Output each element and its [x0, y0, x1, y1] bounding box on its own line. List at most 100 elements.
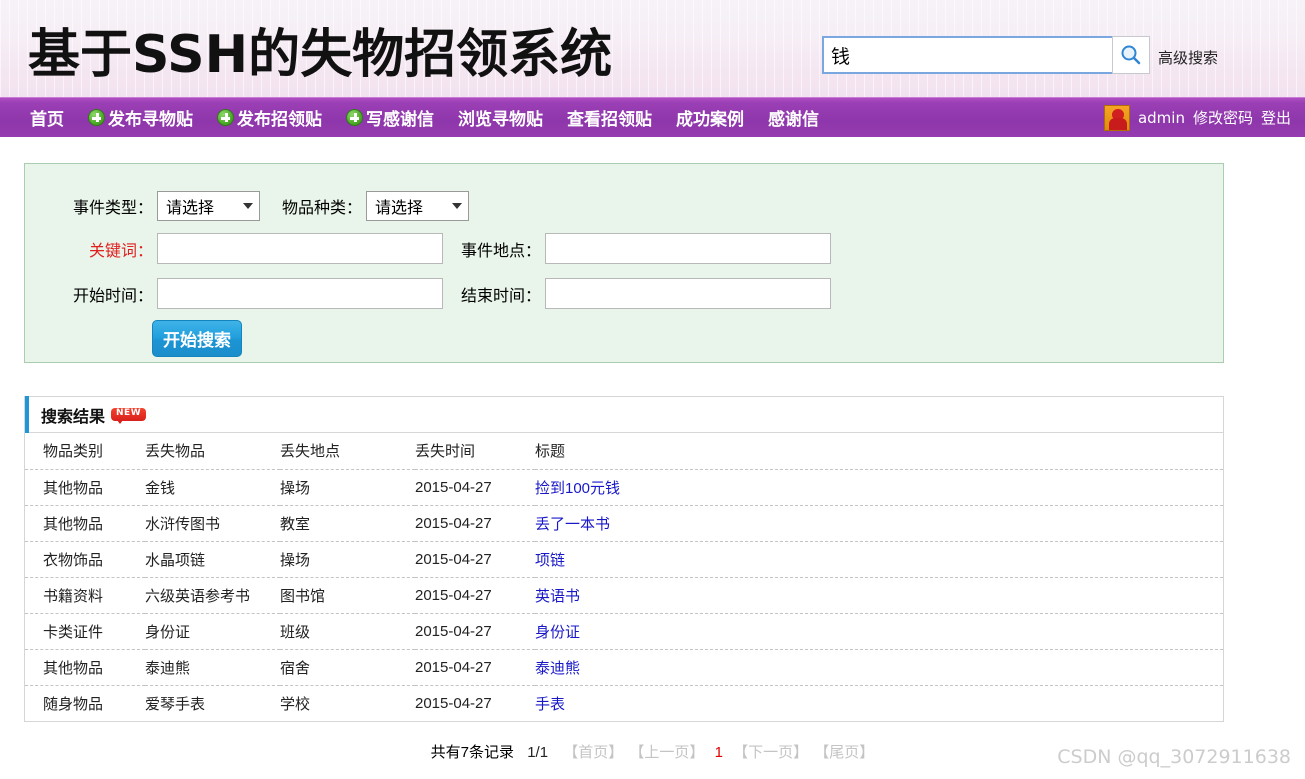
cell-item: 身份证: [145, 613, 280, 649]
nav-item-write-thanks[interactable]: 写感谢信: [346, 105, 434, 130]
cell-title: 手表: [535, 685, 1223, 721]
column-header-title: 标题: [535, 433, 1223, 469]
next-page-link[interactable]: 【下一页】: [733, 744, 808, 761]
advanced-search-link[interactable]: 高级搜索: [1158, 47, 1218, 68]
result-title-link[interactable]: 身份证: [535, 624, 580, 641]
start-search-button[interactable]: 开始搜索: [152, 320, 242, 357]
logout-link[interactable]: 登出: [1261, 107, 1291, 128]
cell-place: 操场: [280, 541, 415, 577]
cell-item: 水浒传图书: [145, 505, 280, 541]
search-icon: [1119, 43, 1143, 67]
result-title-link[interactable]: 项链: [535, 552, 565, 569]
cell-item: 金钱: [145, 469, 280, 505]
cell-place: 班级: [280, 613, 415, 649]
column-header-time: 丢失时间: [415, 433, 535, 469]
cell-category: 其他物品: [25, 469, 145, 505]
plus-circle-icon: [217, 109, 234, 126]
cell-title: 项链: [535, 541, 1223, 577]
nav-item-label: 首页: [30, 105, 64, 130]
result-title-link[interactable]: 捡到100元钱: [535, 480, 620, 497]
end-time-input[interactable]: [545, 278, 831, 309]
table-row: 其他物品 水浒传图书 教室 2015-04-27 丢了一本书: [25, 505, 1223, 541]
table-row: 其他物品 泰迪熊 宿舍 2015-04-27 泰迪熊: [25, 649, 1223, 685]
nav-item-label: 感谢信: [768, 105, 819, 130]
result-title-link[interactable]: 泰迪熊: [535, 660, 580, 677]
result-title-link[interactable]: 英语书: [535, 588, 580, 605]
start-time-input[interactable]: [157, 278, 443, 309]
page-root: 基于SSH的失物招领系统 高级搜索 首页 发布寻物贴 发布招领贴 写感谢信 浏览…: [0, 0, 1305, 779]
plus-circle-icon: [88, 109, 105, 126]
field-event-type: 事件类型： 请选择 物品种类： 请选择: [65, 191, 469, 221]
event-type-select[interactable]: 请选择: [157, 191, 260, 221]
keyword-input[interactable]: [157, 233, 443, 264]
search-button[interactable]: [1112, 36, 1150, 74]
end-time-label: 结束时间：: [461, 282, 541, 306]
nav-item-label: 浏览寻物贴: [458, 105, 543, 130]
cell-item: 爱琴手表: [145, 685, 280, 721]
prev-page-link[interactable]: 【上一页】: [629, 744, 704, 761]
cell-time: 2015-04-27: [415, 469, 535, 505]
table-row: 随身物品 爱琴手表 学校 2015-04-27 手表: [25, 685, 1223, 721]
cell-place: 教室: [280, 505, 415, 541]
cell-category: 卡类证件: [25, 613, 145, 649]
nav-item-post-found[interactable]: 发布招领贴: [217, 105, 322, 130]
cell-item: 泰迪熊: [145, 649, 280, 685]
nav-items: 首页 发布寻物贴 发布招领贴 写感谢信 浏览寻物贴 查看招领贴 成功案例 感谢信: [0, 105, 843, 130]
table-row: 卡类证件 身份证 班级 2015-04-27 身份证: [25, 613, 1223, 649]
cell-category: 书籍资料: [25, 577, 145, 613]
field-keyword: 关键词： 事件地点：: [65, 233, 831, 264]
main-navigation: 首页 发布寻物贴 发布招领贴 写感谢信 浏览寻物贴 查看招领贴 成功案例 感谢信…: [0, 97, 1305, 137]
column-header-place: 丢失地点: [280, 433, 415, 469]
cell-time: 2015-04-27: [415, 685, 535, 721]
result-title-link[interactable]: 手表: [535, 696, 565, 713]
cell-category: 其他物品: [25, 505, 145, 541]
result-title-link[interactable]: 丢了一本书: [535, 516, 610, 533]
item-type-label: 物品种类：: [282, 194, 362, 218]
column-header-category: 物品类别: [25, 433, 145, 469]
chevron-down-icon: [243, 203, 253, 209]
cell-place: 操场: [280, 469, 415, 505]
cell-time: 2015-04-27: [415, 541, 535, 577]
last-page-link[interactable]: 【尾页】: [814, 744, 874, 761]
cell-title: 丢了一本书: [535, 505, 1223, 541]
column-header-item: 丢失物品: [145, 433, 280, 469]
event-place-label: 事件地点：: [461, 237, 541, 261]
table-row: 书籍资料 六级英语参考书 图书馆 2015-04-27 英语书: [25, 577, 1223, 613]
change-password-link[interactable]: 修改密码: [1193, 107, 1253, 128]
nav-item-label: 查看招领贴: [567, 105, 652, 130]
nav-item-post-lost[interactable]: 发布寻物贴: [88, 105, 193, 130]
item-type-select[interactable]: 请选择: [366, 191, 469, 221]
site-header: 基于SSH的失物招领系统 高级搜索: [0, 0, 1305, 97]
event-place-input[interactable]: [545, 233, 831, 264]
event-type-value: 请选择: [166, 194, 214, 218]
user-area: admin 修改密码 登出: [1104, 105, 1291, 131]
user-avatar-icon: [1104, 105, 1130, 131]
item-type-value: 请选择: [375, 194, 423, 218]
results-header: 搜索结果 NEW: [25, 396, 1223, 433]
cell-category: 随身物品: [25, 685, 145, 721]
results-title: 搜索结果: [41, 403, 105, 427]
chevron-down-icon: [452, 203, 462, 209]
table-row: 其他物品 金钱 操场 2015-04-27 捡到100元钱: [25, 469, 1223, 505]
nav-item-view-found[interactable]: 查看招领贴: [567, 105, 652, 130]
cell-time: 2015-04-27: [415, 505, 535, 541]
watermark: CSDN @qq_3072911638: [1057, 746, 1291, 768]
cell-title: 英语书: [535, 577, 1223, 613]
nav-item-browse-lost[interactable]: 浏览寻物贴: [458, 105, 543, 130]
nav-item-label: 发布寻物贴: [108, 105, 193, 130]
nav-item-success-cases[interactable]: 成功案例: [676, 105, 744, 130]
search-results-panel: 搜索结果 NEW 物品类别 丢失物品 丢失地点 丢失时间 标题 其他物品 金钱 …: [24, 396, 1224, 722]
search-input[interactable]: [822, 36, 1112, 74]
current-page-number: 1: [715, 744, 723, 761]
cell-title: 捡到100元钱: [535, 469, 1223, 505]
page-title: 基于SSH的失物招领系统: [28, 12, 612, 87]
new-badge: NEW: [111, 408, 146, 421]
nav-item-label: 发布招领贴: [237, 105, 322, 130]
keyword-label: 关键词：: [65, 237, 153, 261]
first-page-link[interactable]: 【首页】: [563, 744, 623, 761]
page-indicator: 1/1: [527, 744, 548, 761]
username-label: admin: [1138, 109, 1185, 127]
nav-item-home[interactable]: 首页: [30, 105, 64, 130]
cell-time: 2015-04-27: [415, 649, 535, 685]
nav-item-thanks-letters[interactable]: 感谢信: [768, 105, 819, 130]
